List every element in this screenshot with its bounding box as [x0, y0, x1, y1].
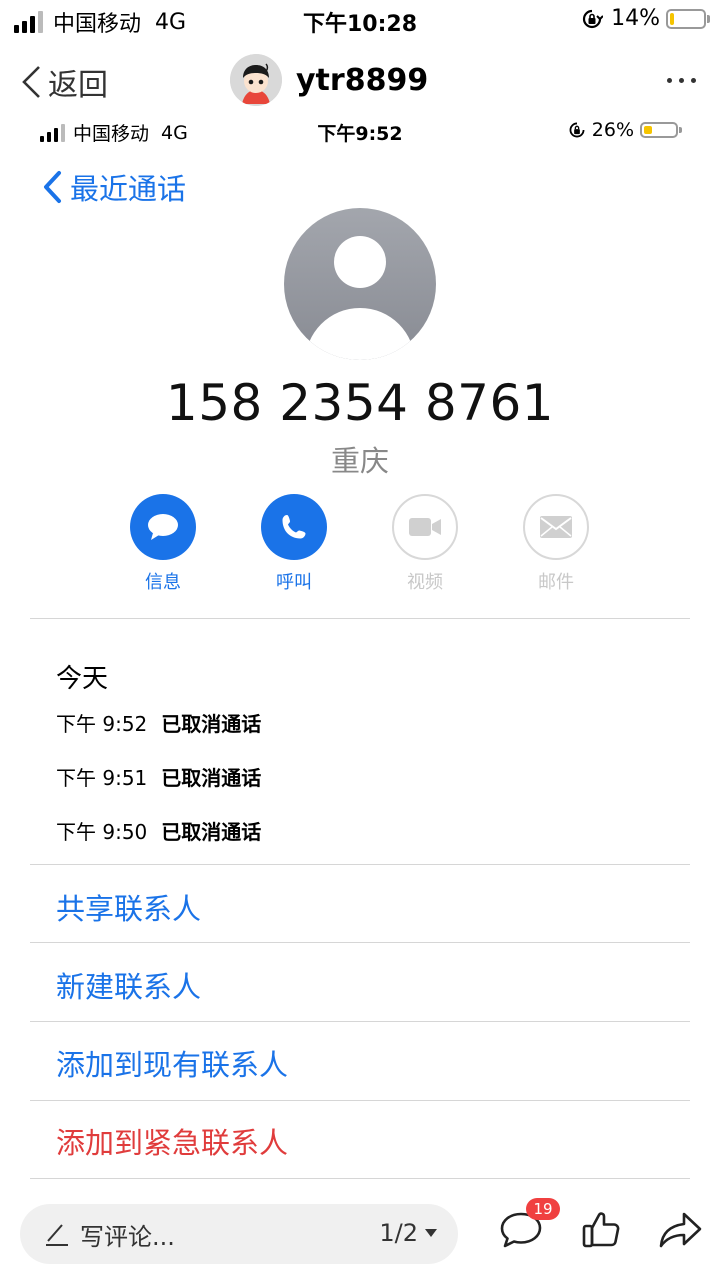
screenshot-image: 中国移动 4G 下午9:52 26% 最近通话 158 2354 8761 重庆	[30, 112, 690, 1184]
recents-back-label: 最近通话	[70, 172, 187, 206]
avatar-icon	[230, 54, 282, 106]
rotation-lock-icon	[583, 9, 604, 28]
message-circle[interactable]	[130, 494, 196, 560]
inner-rotation-lock-icon	[569, 122, 585, 138]
phone-icon	[282, 515, 306, 539]
back-button[interactable]: 返回	[20, 60, 108, 104]
inner-status-right: 26%	[568, 119, 682, 141]
status-bar: 中国移动 4G 下午10:28 14%	[0, 0, 720, 40]
divider	[30, 1100, 690, 1101]
share-button[interactable]	[658, 1208, 706, 1256]
action-row: 信息 呼叫 视频 邮件	[30, 494, 690, 594]
add-to-emergency-contact-button[interactable]: 添加到紧急联系人	[56, 1120, 288, 1162]
user-profile[interactable]: ytr8899	[230, 54, 428, 106]
contact-avatar	[284, 208, 436, 360]
call-button[interactable]: 呼叫	[244, 494, 344, 594]
message-label: 信息	[145, 572, 181, 593]
divider	[30, 1021, 690, 1022]
thumbs-up-icon	[582, 1212, 620, 1248]
divider	[30, 864, 690, 865]
bottom-bar: 写评论... 1/2 19	[0, 1184, 720, 1280]
chevron-left-icon	[44, 171, 61, 203]
more-dot	[691, 78, 696, 83]
video-label: 视频	[407, 572, 443, 593]
new-contact-button[interactable]: 新建联系人	[56, 964, 201, 1006]
share-icon	[659, 1212, 702, 1248]
pencil-icon	[46, 1224, 68, 1246]
call-circle[interactable]	[261, 494, 327, 560]
caret-down-icon	[425, 1229, 437, 1237]
call-history-row: 下午 9:51 已取消通话	[56, 762, 261, 791]
message-button[interactable]: 信息	[113, 494, 213, 594]
video-button: 视频	[375, 494, 475, 594]
video-circle	[392, 494, 458, 560]
call-status: 已取消通话	[161, 712, 262, 736]
share-contact-button[interactable]: 共享联系人	[56, 886, 201, 928]
comment-count-badge: 19	[526, 1198, 560, 1220]
battery-icon	[666, 8, 710, 29]
inner-status-bar: 中国移动 4G 下午9:52 26%	[30, 112, 690, 148]
avatar-body	[305, 308, 415, 360]
more-dot	[667, 78, 672, 83]
call-time: 下午 9:51	[56, 766, 148, 790]
like-button[interactable]	[580, 1208, 628, 1256]
comment-input[interactable]: 写评论... 1/2	[20, 1204, 458, 1264]
page-indicator-label: 1/2	[379, 1219, 418, 1247]
mail-label: 邮件	[538, 572, 574, 593]
history-date: 今天	[56, 664, 109, 694]
comments-button[interactable]: 19	[498, 1198, 560, 1256]
call-time: 下午 9:50	[56, 820, 148, 844]
battery-percent: 14%	[611, 6, 660, 31]
nav-bar: 返回 ytr8899	[0, 48, 720, 112]
avatar[interactable]	[230, 54, 282, 106]
back-label: 返回	[48, 68, 108, 103]
mail-circle	[523, 494, 589, 560]
chevron-left-icon	[22, 66, 40, 98]
recents-back-button[interactable]: 最近通话	[42, 166, 186, 208]
more-button[interactable]	[667, 78, 696, 83]
status-bar-right: 14%	[581, 6, 710, 31]
phone-location: 重庆	[330, 444, 389, 478]
call-history-row: 下午 9:50 已取消通话	[56, 816, 261, 845]
call-time: 下午 9:52	[56, 712, 148, 736]
page-indicator[interactable]: 1/2	[379, 1219, 438, 1247]
call-label: 呼叫	[276, 572, 312, 593]
call-status: 已取消通话	[161, 820, 262, 844]
message-icon	[148, 514, 178, 540]
call-status: 已取消通话	[161, 766, 262, 790]
more-dot	[679, 78, 684, 83]
add-to-existing-contact-button[interactable]: 添加到现有联系人	[56, 1042, 288, 1084]
call-history-row: 下午 9:52 已取消通话	[56, 708, 261, 737]
divider	[30, 618, 690, 619]
video-icon	[409, 518, 441, 536]
comment-placeholder: 写评论...	[80, 1222, 175, 1251]
divider	[30, 1178, 690, 1179]
inner-battery-icon	[640, 122, 682, 138]
mail-icon	[540, 516, 572, 538]
inner-battery-percent: 26%	[591, 119, 634, 141]
divider	[30, 942, 690, 943]
mail-button: 邮件	[506, 494, 606, 594]
username[interactable]: ytr8899	[296, 63, 428, 98]
avatar-head	[334, 236, 386, 288]
phone-number: 158 2354 8761	[165, 374, 555, 432]
